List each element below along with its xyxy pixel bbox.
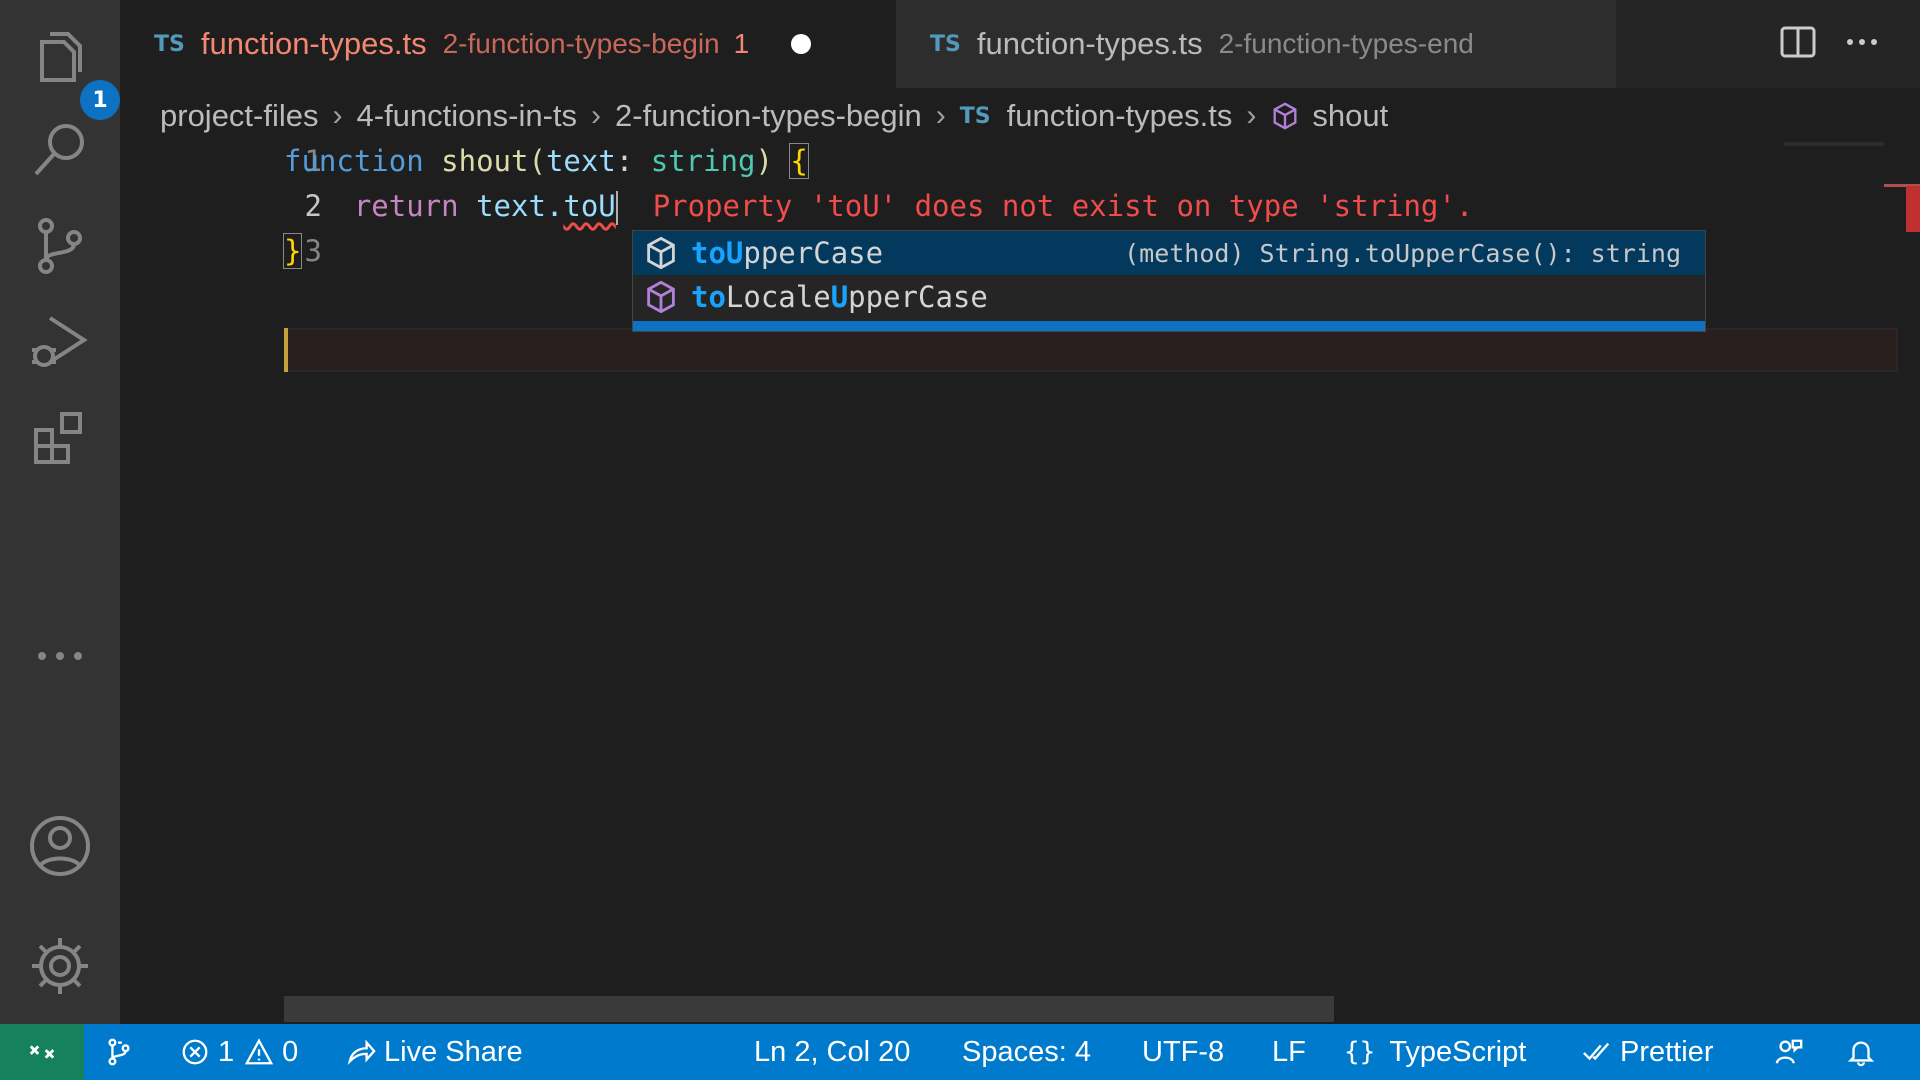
tab-problem-count: 1 [733,28,750,59]
feedback-person-icon [1775,1039,1803,1064]
breadcrumb-item[interactable]: 2-function-types-begin [615,98,922,134]
open-brace: { [789,143,809,179]
branch-icon [108,1038,130,1066]
text-cursor [615,191,618,225]
tab-function-types-end[interactable]: TS function-types.ts 2-function-types-en… [896,0,1616,88]
warning-icon [244,1038,274,1065]
current-line-indicator [284,328,288,372]
error-count: 1 [218,1035,235,1068]
chevron-right-icon: › [935,99,946,132]
remote-icon [29,1045,55,1059]
breadcrumb-item[interactable]: 4-functions-in-ts [357,98,578,134]
error-squiggle: toU [563,189,616,223]
feedback[interactable] [1774,1024,1812,1080]
status-bar: 1 0 Live Share Ln 2, Col 20 Spaces: 4 UT… [0,1024,1920,1080]
source-control-icon[interactable] [20,206,100,286]
suggest-details-bar [633,321,1705,331]
suggest-label: pperCase [848,280,988,314]
inline-error: Property 'toU' does not exist on type 's… [652,189,1474,223]
suggest-widget: toUpperCase (method) String.toUpperCase(… [632,230,1706,332]
unsaved-dot-icon[interactable] [791,34,812,54]
prettier[interactable]: Prettier [1582,1024,1713,1080]
suggest-label: pperCase [743,236,884,270]
prettier-label: Prettier [1620,1035,1714,1068]
end-of-line[interactable]: LF [1272,1024,1306,1080]
function-name: shout [441,144,529,178]
breadcrumb-file[interactable]: function-types.ts [1007,98,1233,134]
typescript-file-icon: TS [154,31,185,57]
typescript-file-icon: TS [959,103,991,129]
tab-function-types-begin[interactable]: TS function-types.ts 2-function-types-be… [120,0,896,88]
bell-icon [1847,1041,1875,1067]
settings-gear-icon[interactable] [20,926,100,1006]
horizontal-scrollbar[interactable] [284,996,1334,1022]
double-check-icon [1583,1042,1610,1061]
indentation[interactable]: Spaces: 4 [962,1024,1091,1080]
suggest-item[interactable]: toLocaleUpperCase [633,275,1705,319]
warning-count: 0 [282,1035,299,1068]
breadcrumb-item[interactable]: project-files [160,98,319,134]
method-cube-icon [1273,102,1297,130]
activity-bar: 1 [0,0,120,1024]
keyword: return [353,189,459,223]
remote-indicator[interactable] [0,1024,84,1080]
explorer-icon[interactable]: 1 [20,20,120,120]
match-highlight: to [691,280,726,314]
chevron-right-icon: › [591,99,602,132]
more-actions-icon[interactable] [1840,20,1884,64]
line-number: 3 [304,234,322,268]
object-ref: text. [458,189,564,223]
type-name: string [650,144,756,178]
code-line-1: function shout(text: string) { [284,143,809,179]
split-editor-icon[interactable] [1776,20,1820,64]
problems-indicator[interactable]: 1 0 [180,1024,298,1080]
more-icon[interactable] [20,616,100,696]
code-line-2: return text.toU Property 'toU' does not … [284,189,1473,225]
match-highlight: U [830,280,849,314]
tab-title: function-types.ts [976,26,1203,61]
language-mode[interactable]: {} TypeScript [1344,1024,1526,1080]
paren: ) [755,144,791,178]
method-cube-icon [647,280,675,314]
cursor-position[interactable]: Ln 2, Col 20 [754,1024,910,1080]
match-highlight: toU [691,236,744,270]
chevron-right-icon: › [332,99,343,132]
paren: ( [528,144,546,178]
source-branch[interactable] [104,1024,142,1080]
overview-ruler-error [1906,186,1920,232]
notifications[interactable] [1846,1024,1884,1080]
keyword: function [284,144,424,178]
breadcrumb: project-files › 4-functions-in-ts › 2-fu… [160,92,1388,140]
suggest-label: Locale [725,280,831,314]
braces-icon: {} [1344,1037,1376,1067]
minimap [1784,142,1884,146]
current-line-highlight [284,328,1898,372]
live-share-label: Live Share [384,1035,523,1068]
chevron-right-icon: › [1246,99,1257,132]
error-circle-icon [182,1039,208,1065]
typescript-file-icon: TS [930,31,961,57]
live-share-icon [347,1039,376,1065]
tab-description: 2-function-types-end [1218,28,1474,59]
method-cube-icon [647,236,675,270]
param-name: text [545,144,616,178]
code-line-3: } [282,233,303,269]
colon: : [615,144,651,178]
live-share[interactable]: Live Share [346,1024,523,1080]
account-icon[interactable] [20,806,100,886]
suggest-detail: (method) String.toUpperCase(): string [1124,238,1681,268]
language-label: TypeScript [1389,1035,1527,1068]
search-icon[interactable] [20,110,100,190]
encoding[interactable]: UTF-8 [1142,1024,1224,1080]
tab-title: function-types.ts [200,26,427,61]
suggest-item[interactable]: toUpperCase (method) String.toUpperCase(… [633,231,1705,275]
extensions-icon[interactable] [20,398,100,478]
breadcrumb-symbol[interactable]: shout [1312,98,1388,134]
run-debug-icon[interactable] [20,302,100,382]
close-brace: } [282,233,303,269]
tab-description: 2-function-types-begin [442,28,720,59]
